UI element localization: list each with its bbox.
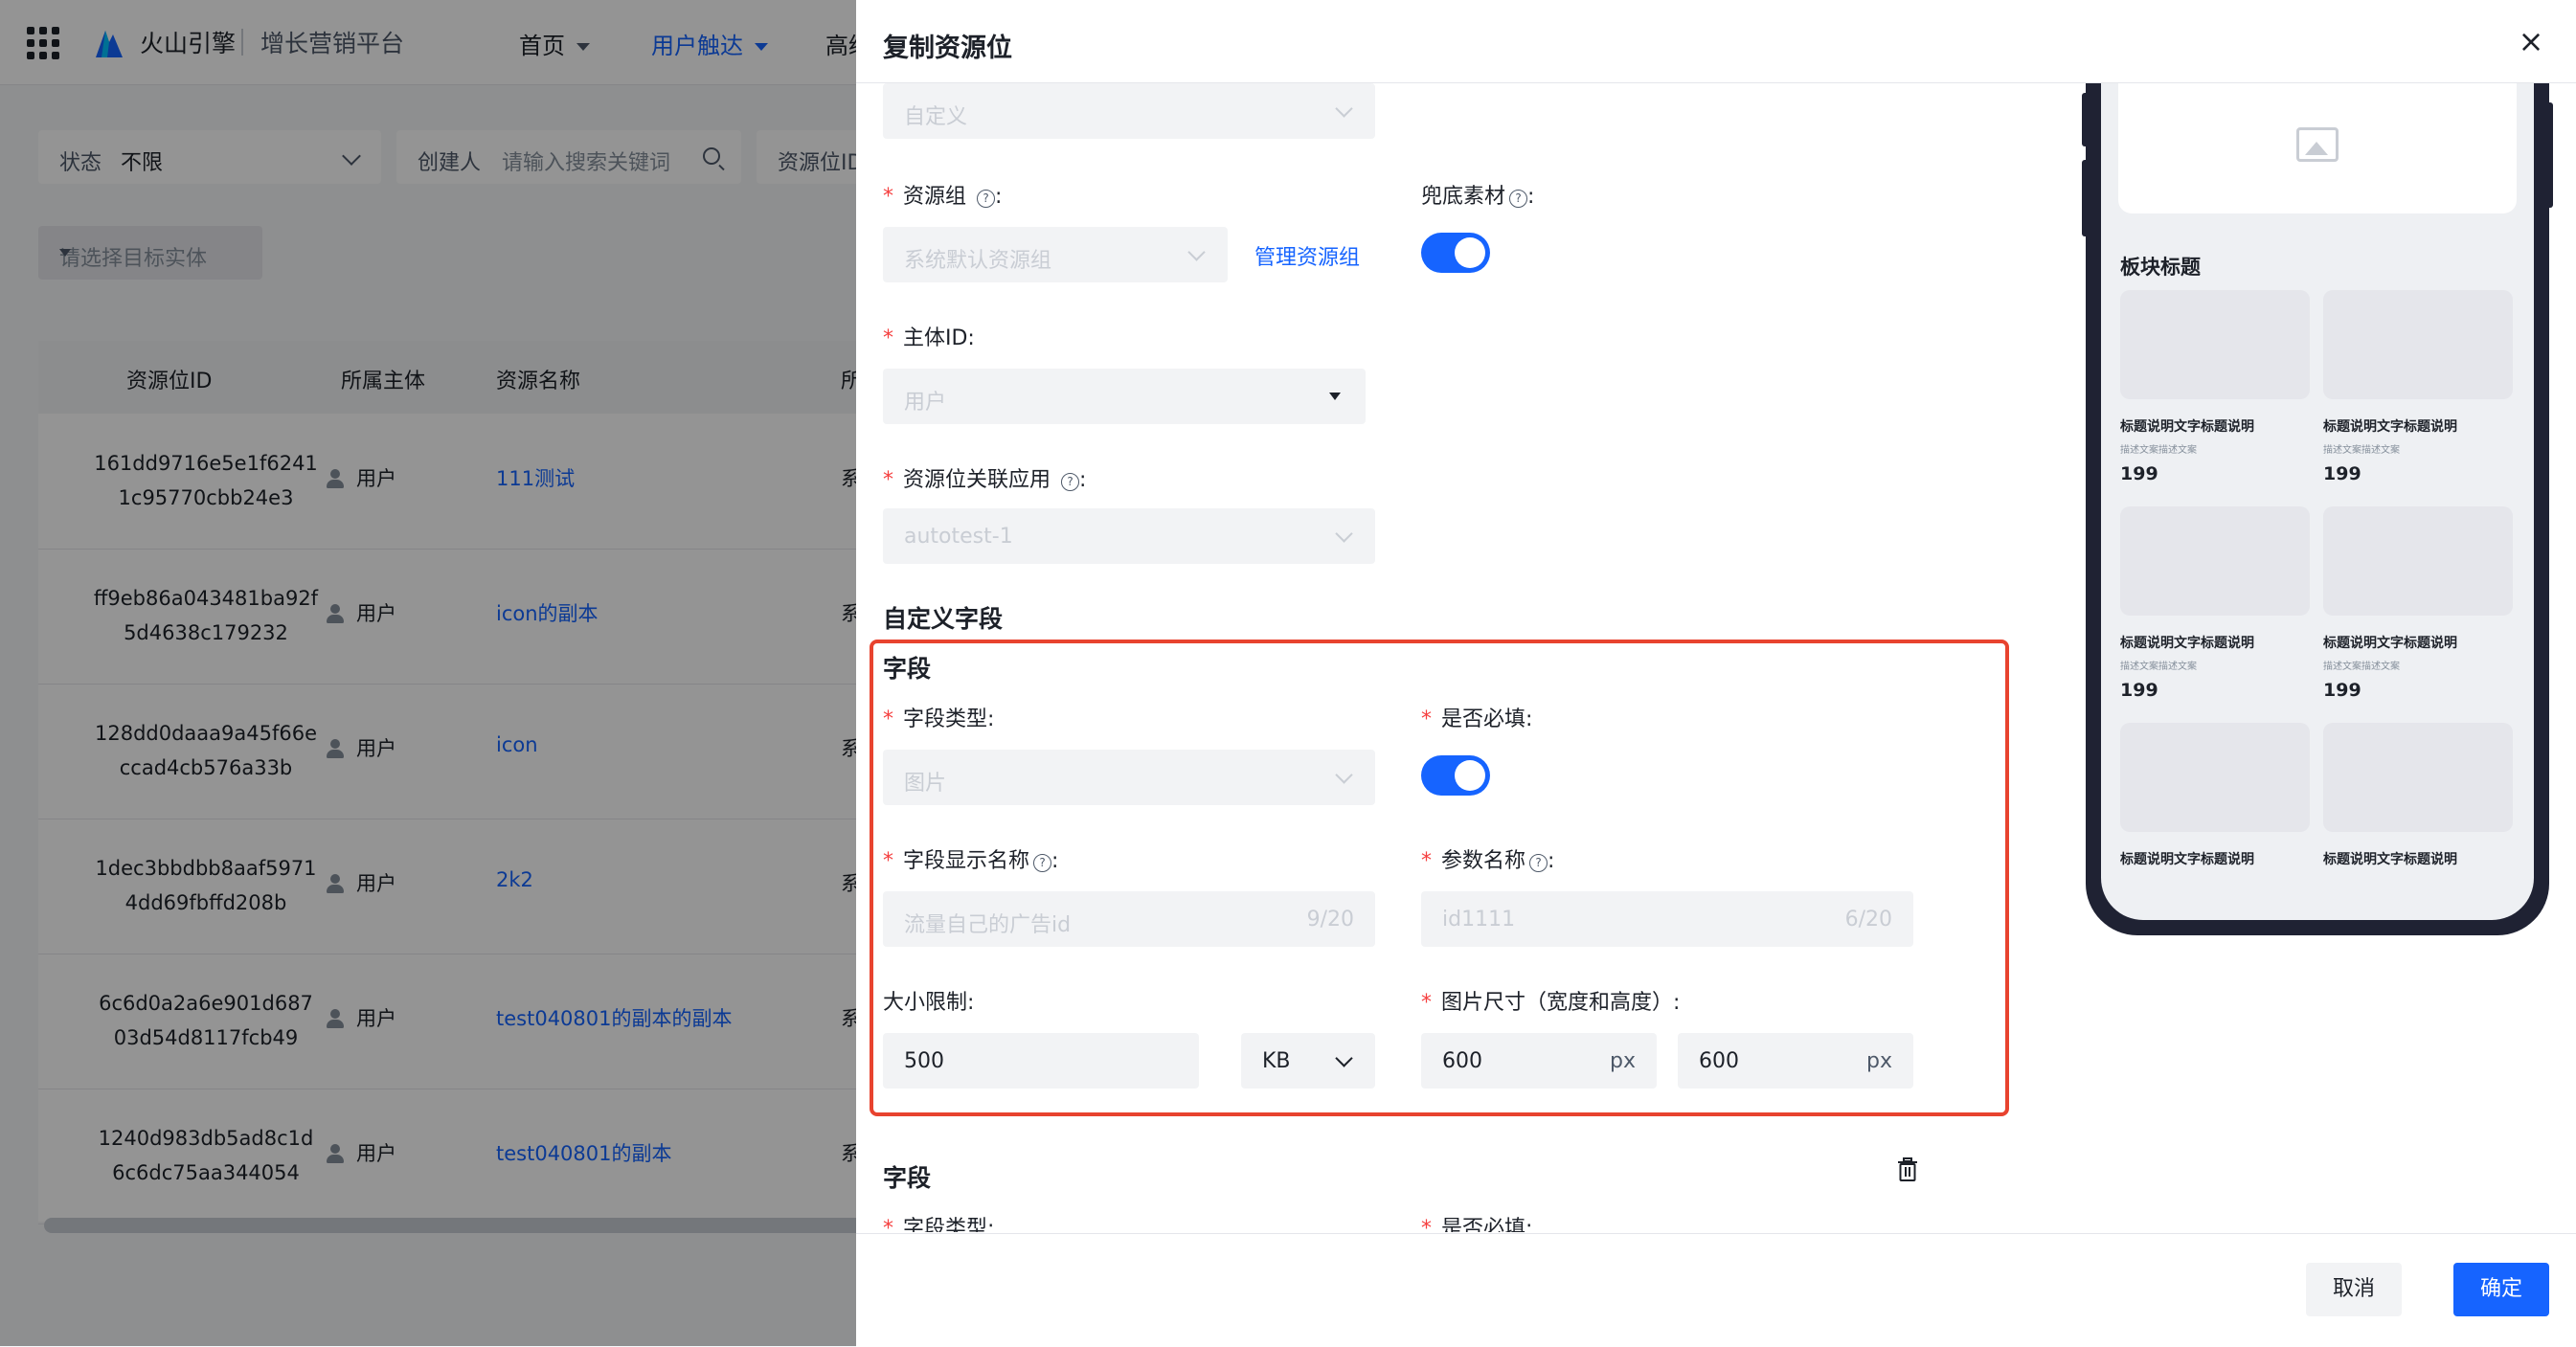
char-counter: 9/20 (1306, 908, 1354, 932)
drawer-title: 复制资源位 (883, 34, 1012, 63)
help-icon[interactable]: ? (1509, 190, 1528, 208)
phone-preview: 板块标题 标题说明文字标题说明 描述文案描述文案 199 标题说明文字标题说明 描述文… (2086, 83, 2549, 935)
size-limit-input[interactable]: 500 (883, 1033, 1199, 1089)
required-label: * 是否必填: (1421, 1217, 1533, 1232)
trash-icon[interactable] (1896, 1157, 1919, 1182)
associated-app-label: * 资源位关联应用 ?: (883, 468, 1087, 492)
chevron-down-icon (1335, 1049, 1353, 1067)
fallback-material-label: 兜底素材?: (1421, 185, 1535, 209)
field-type-label: * 字段类型: (883, 707, 995, 731)
resource-group-label: * 资源组 ?: (883, 185, 1003, 209)
product-card: 标题说明文字标题说明 (2120, 723, 2310, 868)
resource-type-select[interactable]: 自定义 (883, 83, 1375, 139)
display-name-label: * 字段显示名称?: (883, 849, 1059, 873)
display-name-input[interactable]: 流量自己的广告id 9/20 (883, 891, 1375, 947)
image-height-input[interactable]: 600 px (1678, 1033, 1913, 1089)
chevron-down-icon (1187, 243, 1206, 261)
manage-group-link[interactable]: 管理资源组 (1254, 240, 1360, 271)
param-name-input[interactable]: id1111 6/20 (1421, 891, 1913, 947)
field-type-select[interactable]: 图片 (883, 750, 1375, 805)
size-unit-select[interactable]: KB (1241, 1033, 1375, 1089)
param-name-label: * 参数名称?: (1421, 849, 1555, 873)
required-label: * 是否必填: (1421, 707, 1533, 731)
banner-placeholder (2118, 83, 2517, 213)
drawer-footer: 取消 确定 (856, 1233, 2576, 1347)
required-switch[interactable] (1421, 755, 1490, 796)
caret-down-icon (1329, 393, 1341, 400)
product-card: 标题说明文字标题说明 描述文案描述文案 199 (2120, 290, 2310, 484)
product-card: 标题说明文字标题说明 描述文案描述文案 199 (2120, 506, 2310, 701)
drawer-body[interactable]: 自定义 * 资源组 ?: 系统默认资源组 管理资源组 兜底素材?: * 主体ID: … (856, 83, 2576, 1232)
help-icon[interactable]: ? (1033, 854, 1052, 872)
block-title: 板块标题 (2120, 256, 2201, 279)
copy-resource-drawer: 复制资源位 × 自定义 * 资源组 ?: 系统默认资源组 管理资源组 兜底素材?:… (856, 0, 2576, 1347)
help-icon[interactable]: ? (977, 190, 996, 208)
field-title: 字段 (883, 655, 932, 683)
product-card: 标题说明文字标题说明 (2323, 723, 2513, 868)
associated-app-select[interactable]: autotest-1 (883, 508, 1375, 564)
chevron-down-icon (1335, 525, 1353, 543)
confirm-button[interactable]: 确定 (2453, 1263, 2549, 1316)
help-icon[interactable]: ? (1529, 854, 1548, 872)
custom-fields-title: 自定义字段 (883, 605, 1004, 633)
image-size-label: * 图片尺寸（宽度和高度）: (1421, 991, 1681, 1015)
phone-screen: 板块标题 标题说明文字标题说明 描述文案描述文案 199 标题说明文字标题说明 描述文… (2101, 83, 2534, 920)
product-card: 标题说明文字标题说明 描述文案描述文案 199 (2323, 506, 2513, 701)
char-counter: 6/20 (1844, 908, 1892, 932)
cancel-button[interactable]: 取消 (2306, 1263, 2402, 1316)
size-limit-label: 大小限制: (883, 991, 975, 1015)
field-type-label: * 字段类型: (883, 1217, 995, 1232)
image-width-input[interactable]: 600 px (1421, 1033, 1657, 1089)
subject-id-select[interactable]: 用户 (883, 369, 1366, 424)
close-icon[interactable]: × (2515, 25, 2547, 57)
resource-group-select[interactable]: 系统默认资源组 (883, 227, 1228, 282)
subject-id-label: * 主体ID: (883, 326, 975, 350)
image-placeholder-icon (2296, 127, 2339, 162)
help-icon[interactable]: ? (1061, 473, 1080, 491)
product-card: 标题说明文字标题说明 描述文案描述文案 199 (2323, 290, 2513, 484)
chevron-down-icon (1335, 100, 1353, 118)
fallback-material-switch[interactable] (1421, 233, 1490, 273)
chevron-down-icon (1335, 766, 1353, 784)
field-title: 字段 (883, 1164, 932, 1192)
